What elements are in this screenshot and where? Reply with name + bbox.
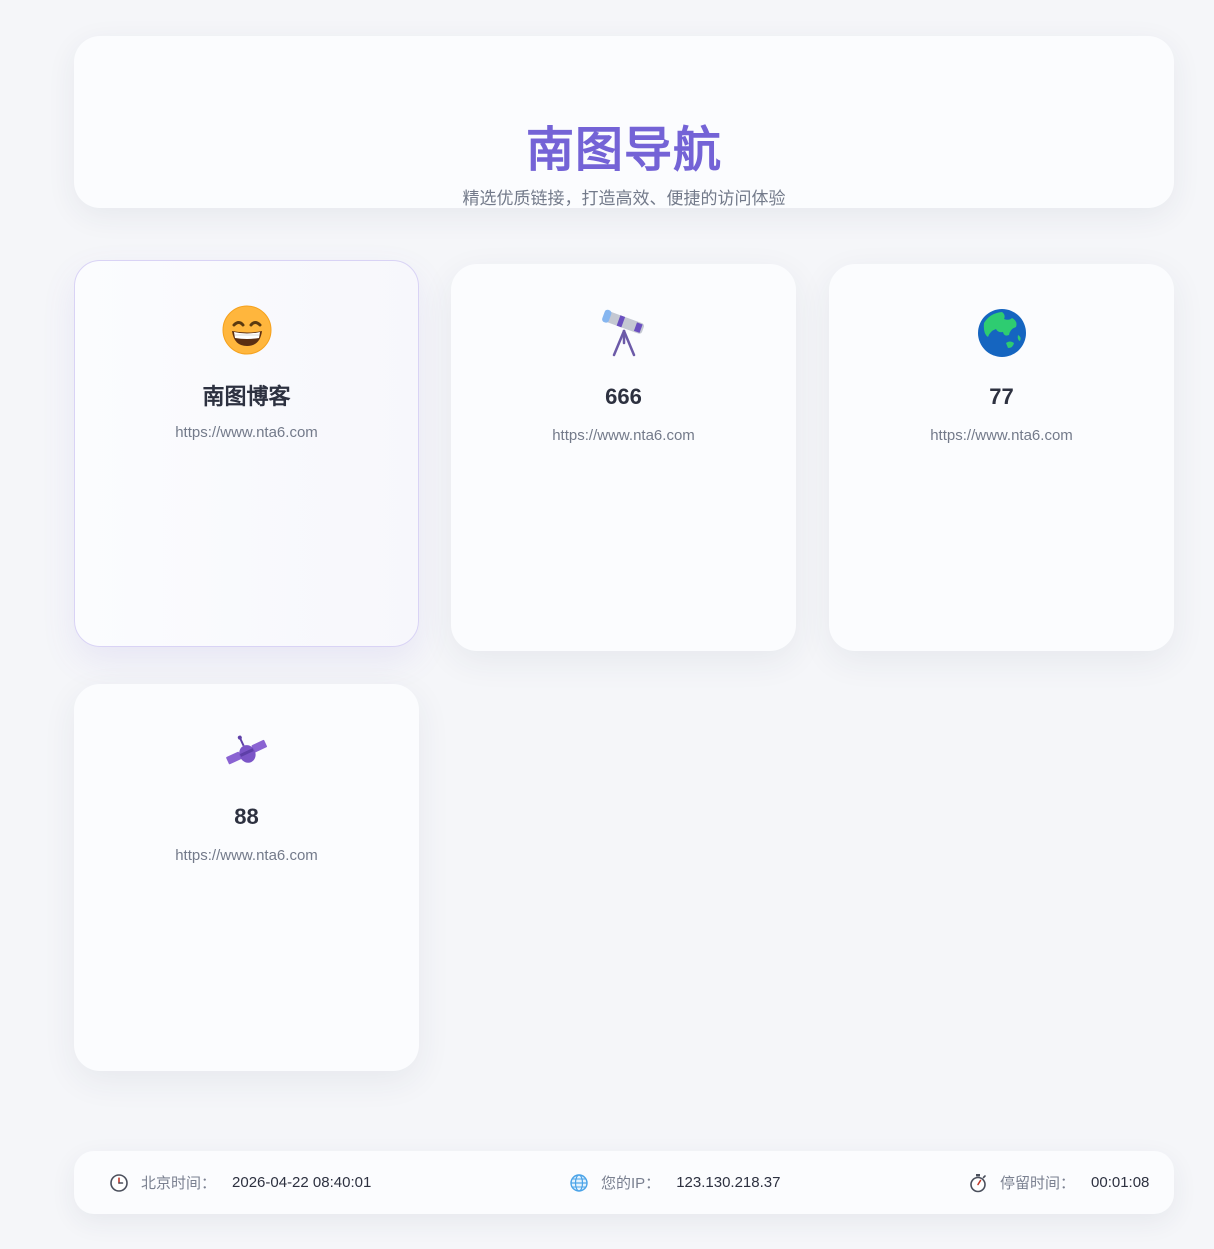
site-subtitle: 精选优质链接，打造高效、便捷的访问体验	[462, 189, 786, 208]
satellite-icon	[74, 726, 419, 780]
telescope-icon	[451, 306, 796, 360]
card-url: https://www.nta6.com	[175, 847, 318, 864]
visitor-ip: 您的IP： 123.130.218.37	[569, 1151, 780, 1214]
card-title: 666	[605, 384, 642, 409]
time-label: 北京时间：	[141, 1175, 217, 1192]
card-url: https://www.nta6.com	[175, 424, 318, 441]
stopwatch-icon	[968, 1173, 988, 1193]
card-title: 南图博客	[202, 384, 291, 409]
card-title: 88	[234, 804, 259, 829]
globe-asia-icon	[829, 306, 1174, 360]
ip-label: 您的IP：	[601, 1175, 661, 1192]
stay-label: 停留时间：	[1000, 1175, 1076, 1192]
card-url: https://www.nta6.com	[930, 427, 1073, 444]
beijing-time: 北京时间： 2026-04-22 08:40:01	[109, 1151, 371, 1214]
site-header: 南图导航 精选优质链接，打造高效、便捷的访问体验	[74, 36, 1174, 208]
stay-duration: 停留时间： 00:01:08	[968, 1151, 1149, 1214]
card-title: 77	[989, 384, 1014, 409]
site-title: 南图导航	[525, 124, 722, 177]
clock-icon	[109, 1173, 129, 1193]
nav-card-77[interactable]: 77 https://www.nta6.com	[829, 264, 1174, 651]
grinning-face-icon	[75, 303, 418, 357]
nav-card-666[interactable]: 666 https://www.nta6.com	[451, 264, 796, 651]
time-value: 2026-04-22 08:40:01	[232, 1174, 372, 1191]
globe-icon	[569, 1173, 589, 1193]
card-url: https://www.nta6.com	[552, 427, 695, 444]
nav-card-88[interactable]: 88 https://www.nta6.com	[74, 684, 419, 1071]
nav-card-nantu-blog[interactable]: 南图博客 https://www.nta6.com	[74, 260, 419, 647]
ip-value: 123.130.218.37	[676, 1174, 781, 1191]
stay-value: 00:01:08	[1091, 1174, 1150, 1191]
status-footer: 北京时间： 2026-04-22 08:40:01 您的IP： 123.130.…	[74, 1151, 1174, 1214]
